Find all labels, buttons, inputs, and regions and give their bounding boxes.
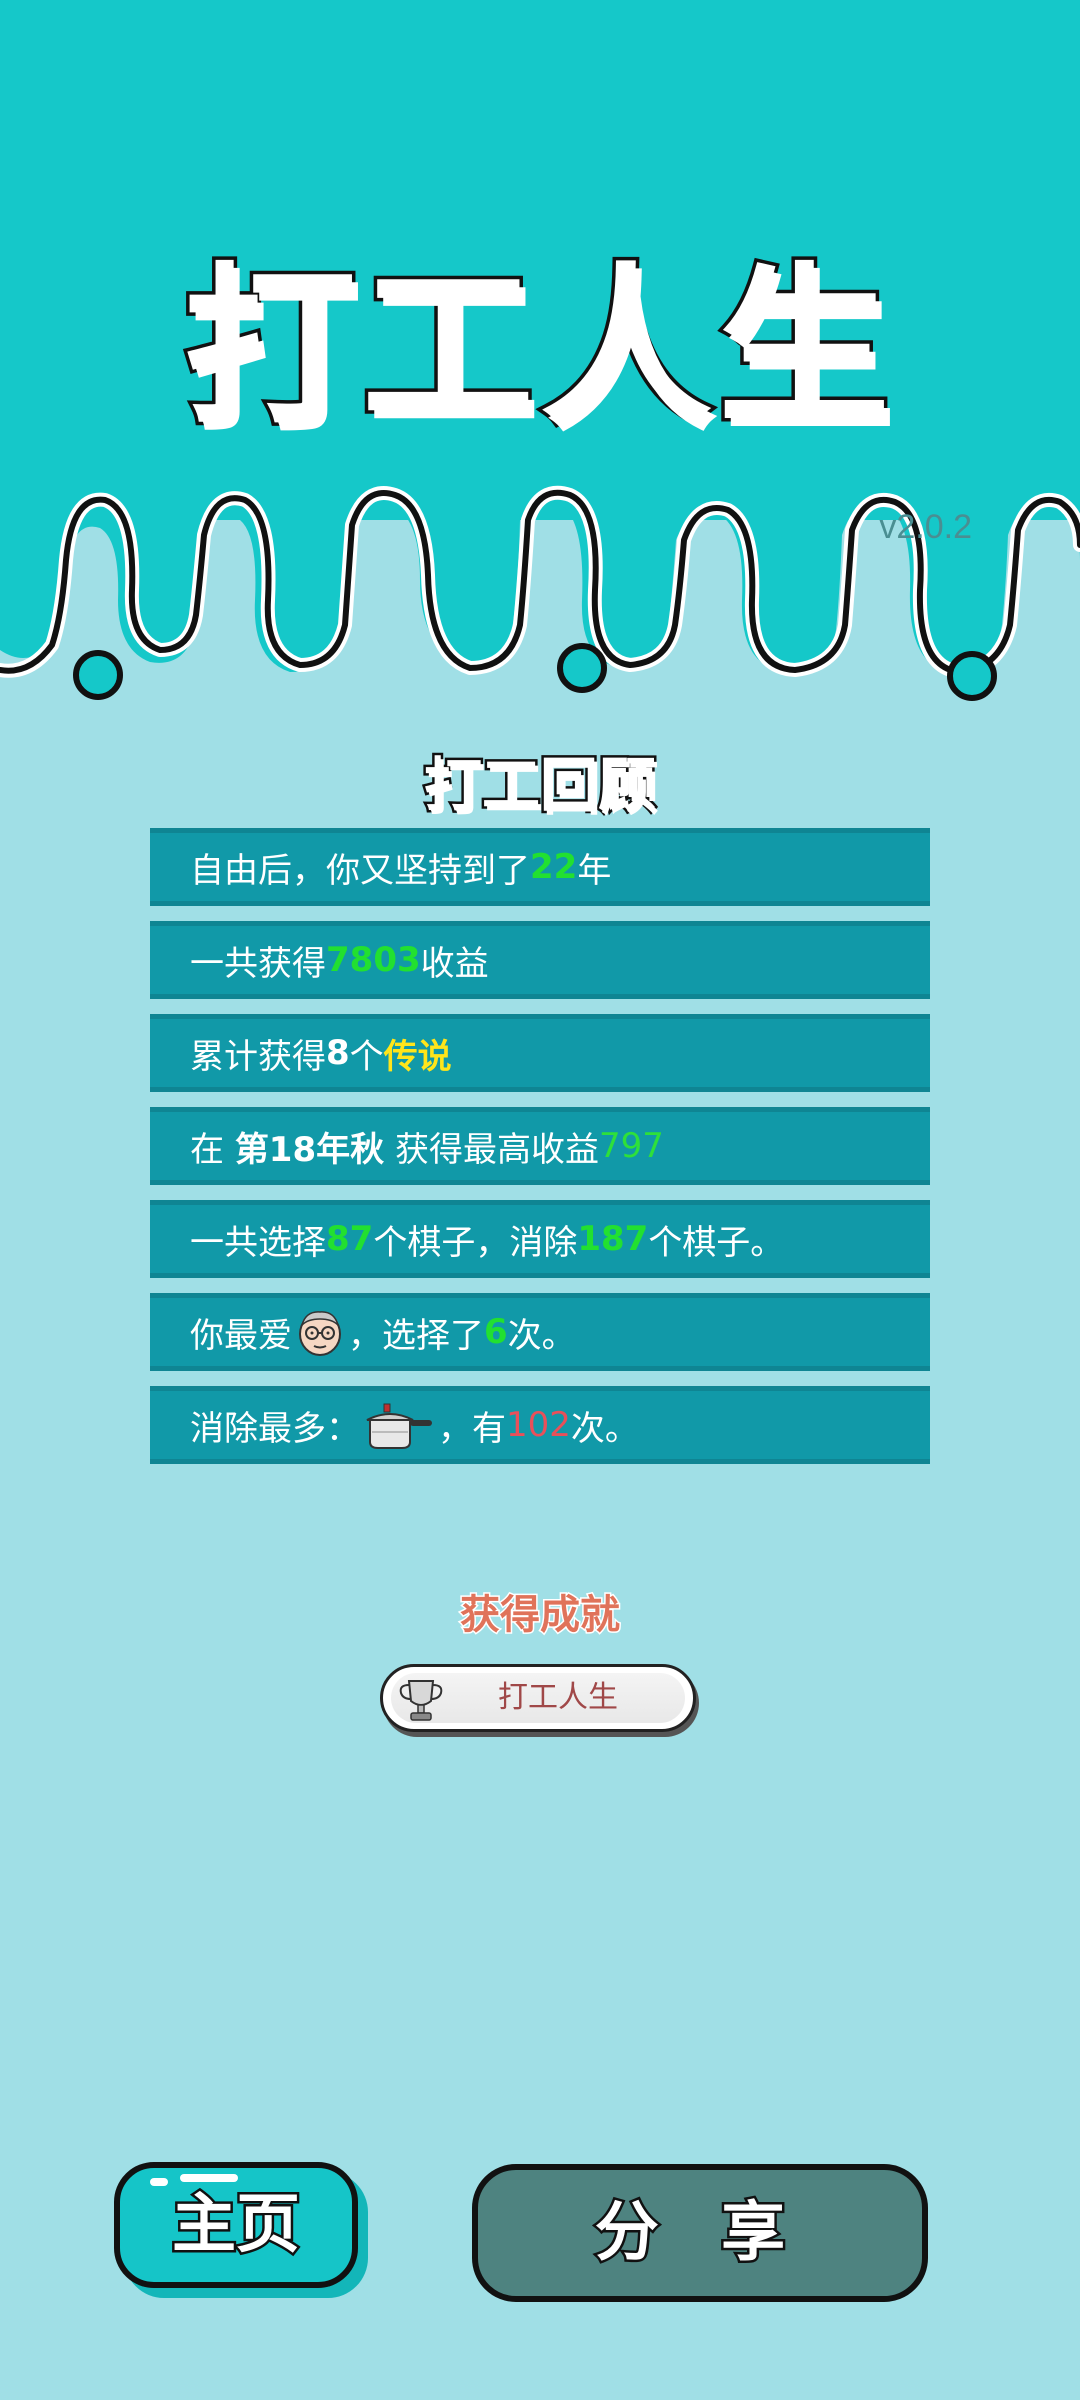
stat-text: 次。 xyxy=(507,1315,576,1356)
stat-text: 个棋子。 xyxy=(648,1222,785,1263)
stat-text: 你最爱 xyxy=(190,1315,292,1356)
review-heading: 打工回顾 xyxy=(421,749,658,822)
stat-row-years: 自由后，你又坚持到了 22 年 xyxy=(150,828,930,906)
stat-text: 累计获得 xyxy=(190,1036,326,1077)
stat-row-income: 一共获得 7803 收益 xyxy=(150,921,930,999)
stat-text: 在 xyxy=(190,1129,235,1170)
stat-text: ，选择了 xyxy=(348,1315,484,1356)
stat-text: 收益 xyxy=(420,943,489,984)
stat-most-cleared-count: 102 xyxy=(506,1405,571,1445)
stat-favorite-count: 6 xyxy=(484,1312,508,1352)
home-button-highlight xyxy=(180,2174,238,2182)
stat-row-most-cleared: 消除最多： ，有 102 次。 xyxy=(150,1386,930,1464)
stat-row-pieces: 一共选择 87 个棋子，消除 187 个棋子。 xyxy=(150,1200,930,1278)
stat-row-favorite: 你最爱 ，选择了 6 次。 xyxy=(150,1293,930,1371)
achievement-badge[interactable]: 打工人生 xyxy=(380,1664,696,1732)
stat-legends-value: 8 xyxy=(326,1033,350,1073)
stat-years-value: 22 xyxy=(530,847,578,887)
stat-text: 次。 xyxy=(570,1408,639,1449)
game-title: 打工人生 xyxy=(181,244,896,451)
home-button-highlight xyxy=(150,2178,168,2186)
stat-best-income-value: 797 xyxy=(598,1126,664,1166)
achievements-heading: 获得成就 xyxy=(459,1591,622,1640)
stat-text: 年 xyxy=(577,850,612,891)
version-label: v2.0.2 xyxy=(879,508,972,546)
stat-selected-value: 87 xyxy=(326,1219,374,1259)
stat-row-best-season: 在 第18年秋 获得最高收益 797 xyxy=(150,1107,930,1185)
stat-cleared-value: 187 xyxy=(577,1219,649,1259)
pressure-cooker-icon xyxy=(366,1403,432,1449)
stat-text: ，有 xyxy=(438,1408,506,1449)
stat-text: 获得最高收益 xyxy=(384,1129,599,1170)
stat-income-value: 7803 xyxy=(326,940,421,980)
share-button[interactable]: 分 享 xyxy=(472,2164,928,2302)
stat-season-value: 第18年秋 xyxy=(234,1129,385,1170)
stat-row-legends: 累计获得 8 个传说 xyxy=(150,1014,930,1092)
stat-text: 个 xyxy=(349,1036,384,1077)
achievement-badge-label: 打工人生 xyxy=(498,1680,618,1715)
stat-text: 个棋子，消除 xyxy=(373,1222,578,1263)
stat-text: 消除最多： xyxy=(190,1408,360,1449)
stat-text: 自由后，你又坚持到了 xyxy=(190,850,530,891)
review-stats-list: 自由后，你又坚持到了 22 年 一共获得 7803 收益 累计获得 8 个传说 在 第18年… xyxy=(150,828,930,1479)
stat-text: 一共选择 xyxy=(190,1222,326,1263)
old-man-face-icon xyxy=(299,1311,341,1356)
stat-text: 一共获得 xyxy=(190,943,326,984)
stat-legend-label: 传说 xyxy=(383,1036,452,1077)
